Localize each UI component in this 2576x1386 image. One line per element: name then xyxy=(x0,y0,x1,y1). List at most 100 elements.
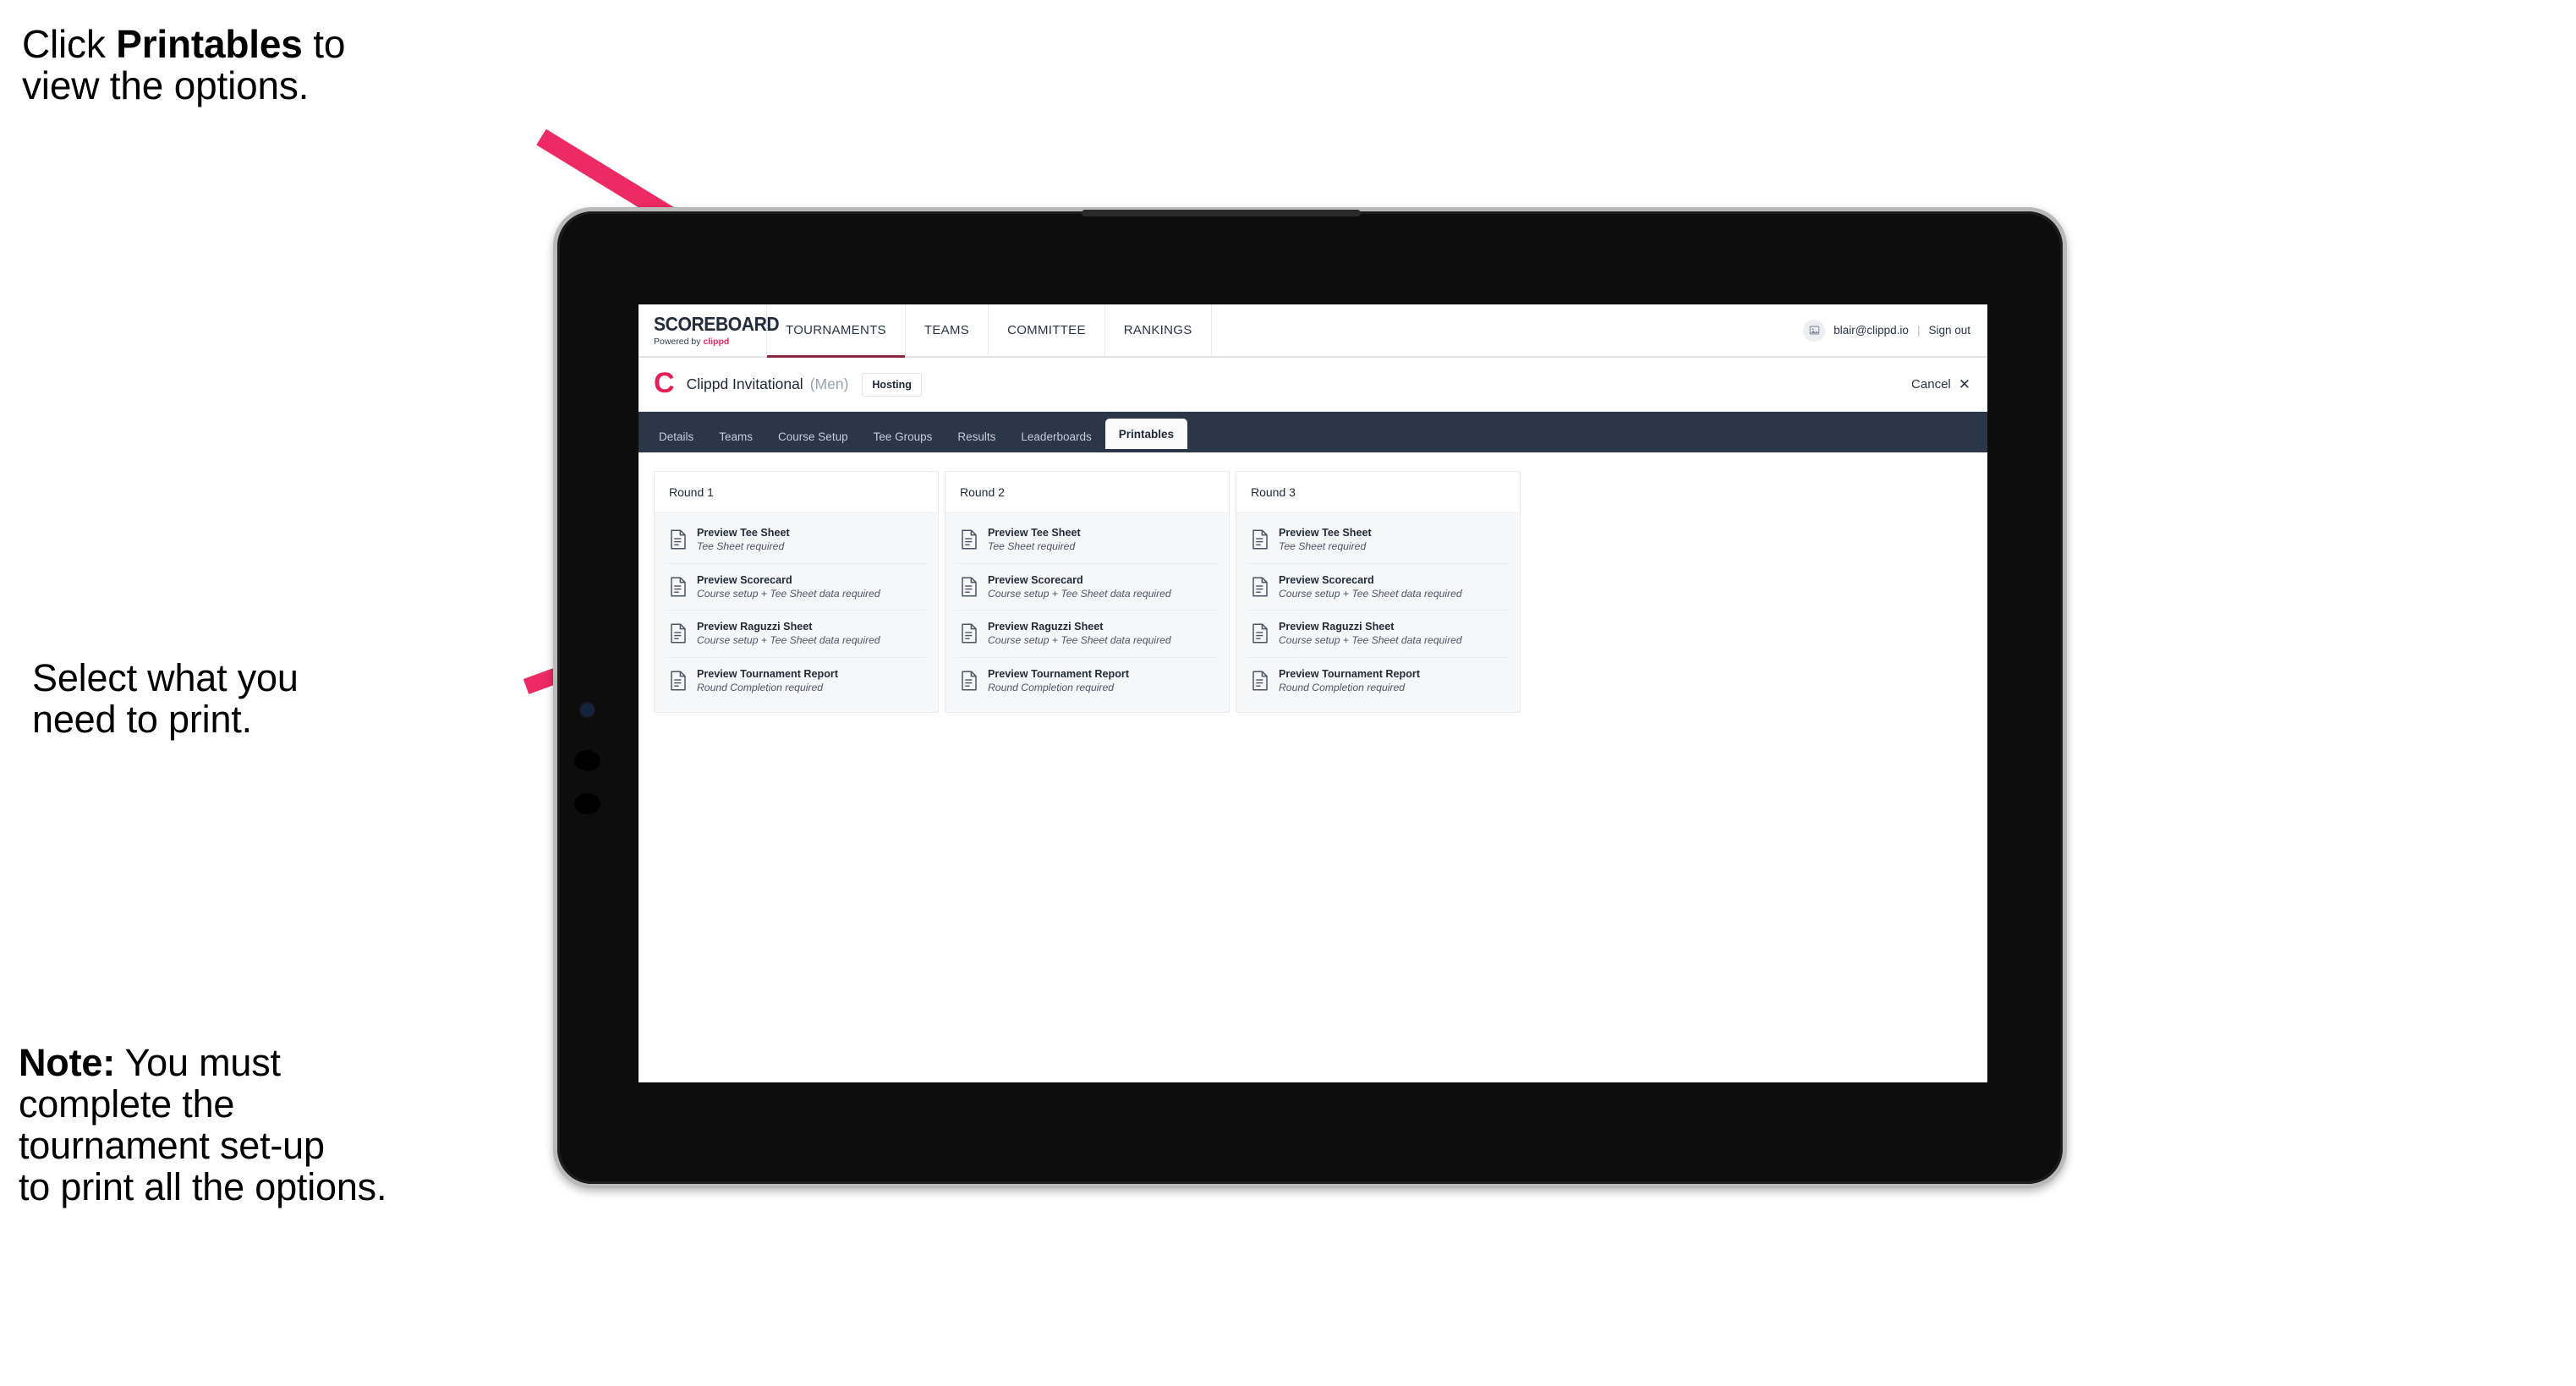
document-icon xyxy=(961,529,978,550)
printable-item-requirement: Tee Sheet required xyxy=(697,540,785,553)
topnav-item-tournaments-label: TOURNAMENTS xyxy=(786,323,886,337)
printable-item-title: Preview Tournament Report xyxy=(697,667,839,680)
printable-item-raguzzi-sheet[interactable]: Preview Raguzzi Sheet Course setup + Tee… xyxy=(1247,611,1510,658)
brand-title: SCOREBOARD xyxy=(654,312,780,335)
clippd-logo-icon: C xyxy=(654,367,675,399)
topnav-item-committee-label: COMMITTEE xyxy=(1007,323,1086,337)
tab-leaderboards[interactable]: Leaderboards xyxy=(1009,420,1103,452)
document-icon xyxy=(670,623,687,644)
topnav-user-area: blair@clippd.io | Sign out xyxy=(1803,304,1987,356)
printable-item-title: Preview Scorecard xyxy=(1279,573,1374,586)
printable-item-text: Preview Scorecard Course setup + Tee She… xyxy=(1279,574,1462,600)
tournament-name: Clippd Invitational xyxy=(686,375,803,392)
cancel-button-label: Cancel xyxy=(1911,377,1951,392)
printable-item-title: Preview Scorecard xyxy=(988,573,1083,586)
brand-subtitle: Powered by clippd xyxy=(654,337,766,347)
round-2-items: Preview Tee Sheet Tee Sheet required Pre… xyxy=(945,513,1229,712)
printable-item-tournament-report[interactable]: Preview Tournament Report Round Completi… xyxy=(956,658,1219,704)
printable-item-requirement: Course setup + Tee Sheet data required xyxy=(988,587,1171,600)
printable-item-raguzzi-sheet[interactable]: Preview Raguzzi Sheet Course setup + Tee… xyxy=(665,611,928,658)
tab-teams-label: Teams xyxy=(719,430,754,443)
printable-item-title: Preview Raguzzi Sheet xyxy=(988,621,1104,633)
document-icon xyxy=(961,671,978,691)
tab-printables[interactable]: Printables xyxy=(1104,419,1188,449)
printable-item-text: Preview Raguzzi Sheet Course setup + Tee… xyxy=(988,621,1171,647)
printable-item-raguzzi-sheet[interactable]: Preview Raguzzi Sheet Course setup + Tee… xyxy=(956,611,1219,658)
printable-item-text: Preview Tee Sheet Tee Sheet required xyxy=(697,527,790,553)
annotation-step-2: Select what you need to print. xyxy=(32,656,299,741)
annotation-step-1-bold: Printables xyxy=(116,22,303,66)
tab-leaderboards-label: Leaderboards xyxy=(1021,430,1092,443)
printable-item-text: Preview Tournament Report Round Completi… xyxy=(1279,668,1420,694)
printable-item-title: Preview Tournament Report xyxy=(1279,667,1421,680)
printable-item-requirement: Round Completion required xyxy=(697,681,824,693)
topnav-item-rankings[interactable]: RANKINGS xyxy=(1105,304,1212,356)
printable-item-text: Preview Tee Sheet Tee Sheet required xyxy=(1279,527,1372,553)
printable-item-text: Preview Tee Sheet Tee Sheet required xyxy=(988,527,1081,553)
sign-out-link[interactable]: Sign out xyxy=(1928,324,1970,337)
printable-item-text: Preview Scorecard Course setup + Tee She… xyxy=(988,574,1171,600)
topnav-spacer xyxy=(1212,304,1804,356)
topnav-item-teams-label: TEAMS xyxy=(924,323,970,337)
document-icon xyxy=(1252,529,1269,550)
user-avatar-icon[interactable] xyxy=(1803,319,1826,342)
scoreboard-logo[interactable]: SCOREBOARD Powered by clippd xyxy=(639,304,780,356)
printable-item-tee-sheet[interactable]: Preview Tee Sheet Tee Sheet required xyxy=(956,517,1219,564)
hosting-status-badge: Hosting xyxy=(862,372,922,397)
printable-item-text: Preview Raguzzi Sheet Course setup + Tee… xyxy=(697,621,880,647)
tab-results-label: Results xyxy=(957,430,996,443)
printable-item-tournament-report[interactable]: Preview Tournament Report Round Completi… xyxy=(665,658,928,704)
tablet-device-frame: SCOREBOARD Powered by clippd TOURNAMENTS… xyxy=(553,207,2067,1188)
tab-results[interactable]: Results xyxy=(945,420,1007,452)
document-icon xyxy=(1252,671,1269,691)
printable-item-text: Preview Scorecard Course setup + Tee She… xyxy=(697,574,880,600)
tab-tee-groups[interactable]: Tee Groups xyxy=(862,420,945,452)
screenshot-canvas: Click Printables to view the options. Se… xyxy=(0,0,2576,1386)
printable-item-requirement: Course setup + Tee Sheet data required xyxy=(988,634,1171,647)
printable-item-scorecard[interactable]: Preview Scorecard Course setup + Tee She… xyxy=(665,564,928,611)
section-tab-bar: Details Teams Course Setup Tee Groups Re… xyxy=(639,412,1987,452)
topnav-item-teams[interactable]: TEAMS xyxy=(906,304,989,356)
printable-item-requirement: Round Completion required xyxy=(988,681,1115,693)
round-2-title: Round 2 xyxy=(945,472,1229,513)
tab-course-setup[interactable]: Course Setup xyxy=(766,420,860,452)
tablet-volume-up-button[interactable] xyxy=(574,750,600,771)
cancel-button[interactable]: Cancel ✕ xyxy=(1911,377,1970,392)
printable-item-title: Preview Raguzzi Sheet xyxy=(1279,621,1395,633)
printable-item-tournament-report[interactable]: Preview Tournament Report Round Completi… xyxy=(1247,658,1510,704)
printable-item-tee-sheet[interactable]: Preview Tee Sheet Tee Sheet required xyxy=(665,517,928,564)
printable-item-scorecard[interactable]: Preview Scorecard Course setup + Tee She… xyxy=(1247,564,1510,611)
rounds-container: Round 1 Preview Tee Sheet Tee Sheet requ… xyxy=(654,471,1972,713)
tab-teams[interactable]: Teams xyxy=(707,420,765,452)
document-icon xyxy=(961,577,978,597)
annotation-step-3: Note: You must complete the tournament s… xyxy=(19,1042,386,1208)
topnav-item-committee[interactable]: COMMITTEE xyxy=(989,304,1105,356)
user-email: blair@clippd.io xyxy=(1833,324,1909,337)
printable-item-tee-sheet[interactable]: Preview Tee Sheet Tee Sheet required xyxy=(1247,517,1510,564)
printable-item-title: Preview Raguzzi Sheet xyxy=(697,621,813,633)
printable-item-title: Preview Scorecard xyxy=(697,573,792,586)
tablet-volume-down-button[interactable] xyxy=(574,793,600,814)
tablet-speaker-grille xyxy=(1082,210,1361,216)
annotation-step-3-bold: Note: xyxy=(19,1041,115,1084)
document-icon xyxy=(1252,577,1269,597)
tablet-camera-icon xyxy=(581,704,594,716)
brand-subtitle-prefix: Powered by xyxy=(654,336,704,347)
printables-content-area: Round 1 Preview Tee Sheet Tee Sheet requ… xyxy=(639,452,1987,1082)
topnav-item-tournaments[interactable]: TOURNAMENTS xyxy=(767,304,906,358)
round-1-items: Preview Tee Sheet Tee Sheet required Pre… xyxy=(655,513,938,712)
printable-item-requirement: Course setup + Tee Sheet data required xyxy=(1279,587,1462,600)
printable-item-requirement: Tee Sheet required xyxy=(1279,540,1367,553)
printable-item-text: Preview Tournament Report Round Completi… xyxy=(988,668,1129,694)
document-icon xyxy=(670,577,687,597)
top-navigation-bar: SCOREBOARD Powered by clippd TOURNAMENTS… xyxy=(639,304,1987,358)
tab-details[interactable]: Details xyxy=(647,420,705,452)
tournament-header-bar: C Clippd Invitational (Men) Hosting Canc… xyxy=(639,358,1987,412)
printable-item-requirement: Course setup + Tee Sheet data required xyxy=(1279,634,1462,647)
round-card-2: Round 2 Preview Tee Sheet Tee Sheet requ… xyxy=(945,471,1230,713)
printable-item-title: Preview Tee Sheet xyxy=(1279,527,1372,539)
tab-printables-label: Printables xyxy=(1118,427,1175,441)
printable-item-requirement: Course setup + Tee Sheet data required xyxy=(697,587,880,600)
printable-item-scorecard[interactable]: Preview Scorecard Course setup + Tee She… xyxy=(956,564,1219,611)
round-card-1: Round 1 Preview Tee Sheet Tee Sheet requ… xyxy=(654,471,939,713)
